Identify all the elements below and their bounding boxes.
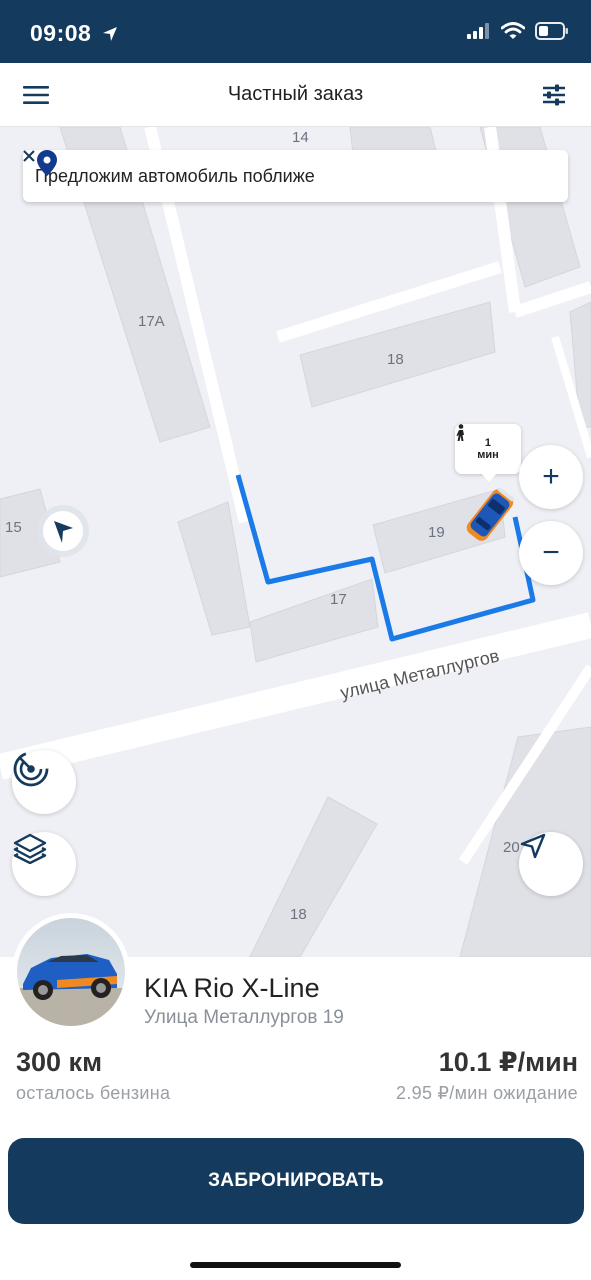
label-20: 20 bbox=[503, 839, 520, 856]
status-bar: 09:08 bbox=[0, 0, 591, 63]
minus-icon: − bbox=[542, 536, 560, 569]
layers-icon bbox=[13, 833, 47, 864]
building-17 bbox=[249, 578, 379, 663]
user-location-marker[interactable] bbox=[37, 505, 89, 557]
banner-text: Предложим автомобиль поближе bbox=[35, 165, 315, 186]
walk-time-bubble: 1 мин bbox=[455, 424, 521, 482]
filter-button[interactable] bbox=[541, 81, 567, 109]
close-icon bbox=[23, 150, 35, 162]
my-location-button[interactable] bbox=[519, 832, 583, 896]
building-18-bottom bbox=[249, 796, 378, 957]
battery-icon bbox=[535, 22, 568, 40]
car-photo bbox=[17, 918, 125, 1026]
walk-time-value: 1 bbox=[484, 437, 492, 449]
app-header: Частный заказ bbox=[0, 63, 591, 127]
signal-icon bbox=[467, 23, 489, 39]
book-button[interactable]: ЗАБРОНИРОВАТЬ bbox=[8, 1138, 584, 1224]
car-image bbox=[17, 918, 125, 1026]
map-view[interactable]: 14 17А 18 19 17 15 20 18 улица Металлург… bbox=[0, 127, 591, 957]
walk-time-unit: мин bbox=[477, 449, 499, 461]
radar-icon bbox=[13, 751, 49, 787]
label-18-bottom: 18 bbox=[290, 906, 307, 923]
banner-close-button[interactable] bbox=[23, 150, 568, 196]
layers-button[interactable] bbox=[12, 832, 76, 896]
status-time: 09:08 bbox=[30, 20, 92, 46]
label-14: 14 bbox=[292, 129, 309, 146]
location-pin-icon bbox=[37, 150, 57, 176]
page-title: Частный заказ bbox=[227, 83, 364, 105]
label-18-top: 18 bbox=[387, 351, 404, 368]
location-arrow-icon bbox=[103, 27, 117, 41]
home-indicator bbox=[190, 1262, 401, 1268]
fuel-range-label: осталось бензина bbox=[16, 1083, 171, 1103]
pedestrian-icon bbox=[456, 424, 464, 441]
wifi-icon bbox=[501, 22, 525, 39]
label-15: 15 bbox=[5, 519, 22, 536]
label-17a: 17А bbox=[138, 313, 165, 330]
fuel-range-value: 300 км bbox=[16, 1047, 103, 1077]
waiting-price-label: 2.95 ₽/мин ожидание bbox=[396, 1083, 578, 1103]
radar-button[interactable] bbox=[12, 750, 76, 814]
status-icons bbox=[467, 22, 569, 40]
suggestion-banner: Предложим автомобиль поближе bbox=[23, 150, 568, 202]
label-17: 17 bbox=[330, 591, 347, 608]
navigation-arrow-icon bbox=[520, 833, 546, 859]
label-19: 19 bbox=[428, 524, 445, 541]
map-canvas: 14 17А 18 19 17 15 20 18 улица Металлург… bbox=[0, 127, 591, 957]
filter-icon bbox=[543, 84, 565, 106]
price-per-minute-value: 10.1 ₽/мин bbox=[438, 1047, 578, 1077]
zoom-out-button[interactable]: − bbox=[519, 521, 583, 585]
zoom-in-button[interactable]: + bbox=[519, 445, 583, 509]
plus-icon: + bbox=[542, 460, 560, 493]
car-name: KIA Rio X-Line bbox=[144, 973, 320, 1003]
car-address: Улица Металлургов 19 bbox=[144, 1007, 344, 1028]
